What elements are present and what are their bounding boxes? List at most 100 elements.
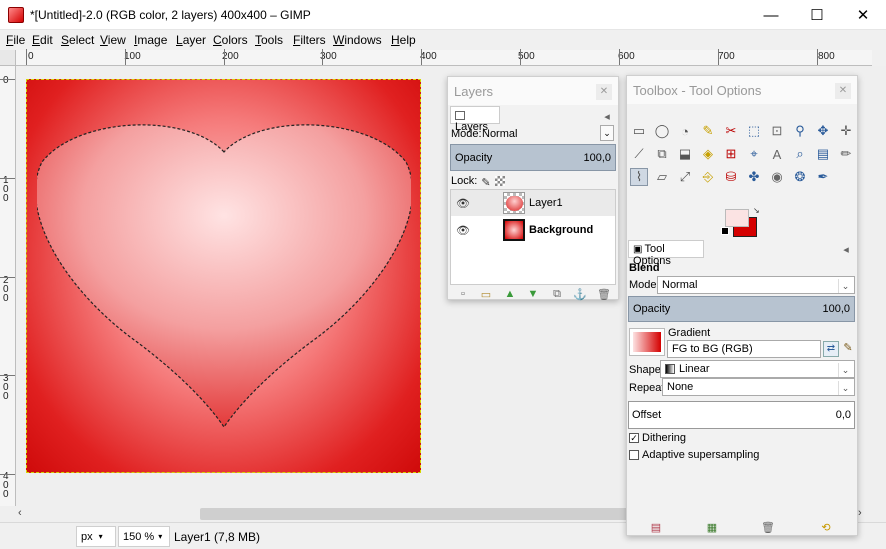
vertical-ruler[interactable]: 0 100 200 300 400 xyxy=(0,66,16,506)
tool-button[interactable]: ✥ xyxy=(814,122,832,140)
tool-button[interactable]: ◉ xyxy=(768,168,786,186)
reset-options-icon[interactable]: ⟲ xyxy=(819,520,833,534)
tool-button[interactable]: ⤢ xyxy=(676,168,694,186)
new-group-icon[interactable]: ▭ xyxy=(479,287,493,301)
shape-select[interactable]: Linear ⌄ xyxy=(660,360,855,378)
save-options-icon[interactable]: ▤ xyxy=(649,520,663,534)
menu-image[interactable]: Image xyxy=(134,33,167,47)
mode-dropdown-button[interactable]: ⌄ xyxy=(600,125,614,141)
tool-button[interactable]: ⊞ xyxy=(722,145,740,163)
layer-row[interactable]: 👁 Layer1 xyxy=(451,190,615,216)
tool-button[interactable]: ◯ xyxy=(653,122,671,140)
tool-button[interactable]: ⌕ xyxy=(791,145,809,163)
tool-button[interactable]: ⚲ xyxy=(791,122,809,140)
tool-button[interactable]: ⌇ xyxy=(630,168,648,186)
tool-button[interactable]: ✏ xyxy=(837,145,855,163)
menu-select[interactable]: Select xyxy=(61,33,94,47)
reverse-gradient-icon[interactable]: ⇄ xyxy=(823,341,839,357)
vertical-scrollbar[interactable] xyxy=(870,66,886,506)
eye-icon[interactable]: 👁 xyxy=(456,223,470,237)
ruler-label: 0 xyxy=(28,51,34,62)
new-layer-icon[interactable]: ▫ xyxy=(456,287,470,301)
menu-edit[interactable]: Edit xyxy=(32,33,53,47)
swap-colors-icon[interactable]: ↘ xyxy=(753,206,760,215)
heart-selection[interactable] xyxy=(37,122,411,430)
anchor-icon[interactable]: ⚓ xyxy=(573,287,587,301)
tool-button[interactable]: ▱ xyxy=(653,168,671,186)
tool-button[interactable]: ⊡ xyxy=(768,122,786,140)
horizontal-ruler[interactable]: 0 100 200 300 400 500 600 700 800 xyxy=(16,49,872,66)
dock-menu-icon[interactable]: ◂ xyxy=(839,242,853,256)
tool-button[interactable]: ◔ xyxy=(676,122,694,140)
menu-tools[interactable]: Tools xyxy=(255,33,283,47)
unit-selector[interactable]: px ▾ xyxy=(76,526,116,547)
tool-button[interactable]: ▤ xyxy=(814,145,832,163)
blend-mode-select[interactable]: Normal ⌄ xyxy=(657,276,855,294)
scroll-right-arrow-icon[interactable]: › xyxy=(858,507,862,519)
scroll-left-arrow-icon[interactable]: ‹ xyxy=(18,507,22,519)
lower-icon[interactable]: ▼ xyxy=(526,287,540,301)
offset-slider[interactable]: Offset 0,0 xyxy=(628,401,855,429)
tool-button[interactable]: ❂ xyxy=(791,168,809,186)
tool-button[interactable]: ⬚ xyxy=(745,122,763,140)
layer-name[interactable]: Layer1 xyxy=(529,197,563,209)
zoom-selector[interactable]: 150 % ▾ xyxy=(118,526,170,547)
tool-button[interactable]: ✤ xyxy=(745,168,763,186)
menu-view[interactable]: View xyxy=(100,33,126,47)
dock-menu-icon[interactable]: ◂ xyxy=(600,109,614,123)
tool-button[interactable]: ⛁ xyxy=(722,168,740,186)
layers-list: 👁 Layer1 👁 Background xyxy=(450,189,616,285)
horizontal-scroll-thumb[interactable] xyxy=(200,508,630,520)
raise-icon[interactable]: ▲ xyxy=(503,287,517,301)
tab-layers[interactable]: Layers xyxy=(450,106,500,133)
close-window-button[interactable]: ✕ xyxy=(840,0,886,30)
menu-windows[interactable]: Windows xyxy=(333,33,382,47)
chevron-down-icon: ▾ xyxy=(98,532,103,541)
edit-gradient-icon[interactable]: ✎ xyxy=(841,341,855,357)
layers-opacity-slider[interactable]: Opacity 100,0 xyxy=(450,144,616,171)
blend-opacity-slider[interactable]: Opacity 100,0 xyxy=(628,296,855,322)
restore-options-icon[interactable]: ▦ xyxy=(705,520,719,534)
tool-button[interactable]: ✛ xyxy=(837,122,855,140)
adaptive-supersampling-checkbox[interactable] xyxy=(629,450,639,460)
maximize-button[interactable]: ☐ xyxy=(794,0,840,30)
delete-icon[interactable]: 🗑 xyxy=(597,287,611,301)
tab-tool-options[interactable]: ▣ Tool Options xyxy=(628,240,704,267)
tool-button[interactable]: ⌖ xyxy=(745,145,763,163)
menu-file[interactable]: File xyxy=(6,33,25,47)
tool-button[interactable]: ⧉ xyxy=(653,145,671,163)
tool-button[interactable]: ⟋ xyxy=(630,145,648,163)
gradient-preview-button[interactable] xyxy=(629,328,665,356)
menu-layer[interactable]: Layer xyxy=(176,33,206,47)
tool-button[interactable]: ✂ xyxy=(722,122,740,140)
tool-button[interactable]: ⬓ xyxy=(676,145,694,163)
tool-button[interactable]: A xyxy=(768,145,786,163)
close-icon[interactable]: ✕ xyxy=(596,84,612,100)
lock-pixels-icon[interactable]: ✎ xyxy=(479,175,493,189)
tool-button[interactable]: ◈ xyxy=(699,145,717,163)
tool-button[interactable]: ▭ xyxy=(630,122,648,140)
layer-row[interactable]: 👁 Background xyxy=(451,217,615,243)
tool-button[interactable]: ⎆ xyxy=(699,168,717,186)
delete-options-icon[interactable]: 🗑 xyxy=(761,520,775,534)
dithering-checkbox[interactable]: ✓ xyxy=(629,433,639,443)
lock-alpha-icon[interactable] xyxy=(495,176,505,186)
menu-help[interactable]: Help xyxy=(391,33,416,47)
eye-icon[interactable]: 👁 xyxy=(456,196,470,210)
ruler-corner[interactable] xyxy=(0,50,16,66)
gradient-name-field[interactable]: FG to BG (RGB) xyxy=(667,340,821,358)
default-colors-icon[interactable] xyxy=(721,227,729,235)
tool-button[interactable]: ✎ xyxy=(699,122,717,140)
menu-colors[interactable]: Colors xyxy=(213,33,248,47)
repeat-select[interactable]: None ⌄ xyxy=(662,378,855,396)
tool-button[interactable]: ✒ xyxy=(814,168,832,186)
minimize-button[interactable]: — xyxy=(748,0,794,30)
close-icon[interactable]: ✕ xyxy=(835,83,851,99)
color-swatches[interactable]: ↘ xyxy=(721,206,760,237)
mode-label: Mode: xyxy=(451,128,482,140)
foreground-color-swatch[interactable] xyxy=(725,209,749,227)
dithering-label: Dithering xyxy=(642,432,687,444)
menu-filters[interactable]: Filters xyxy=(293,33,326,47)
duplicate-icon[interactable]: ⧉ xyxy=(550,287,564,301)
layer-name[interactable]: Background xyxy=(529,224,593,236)
